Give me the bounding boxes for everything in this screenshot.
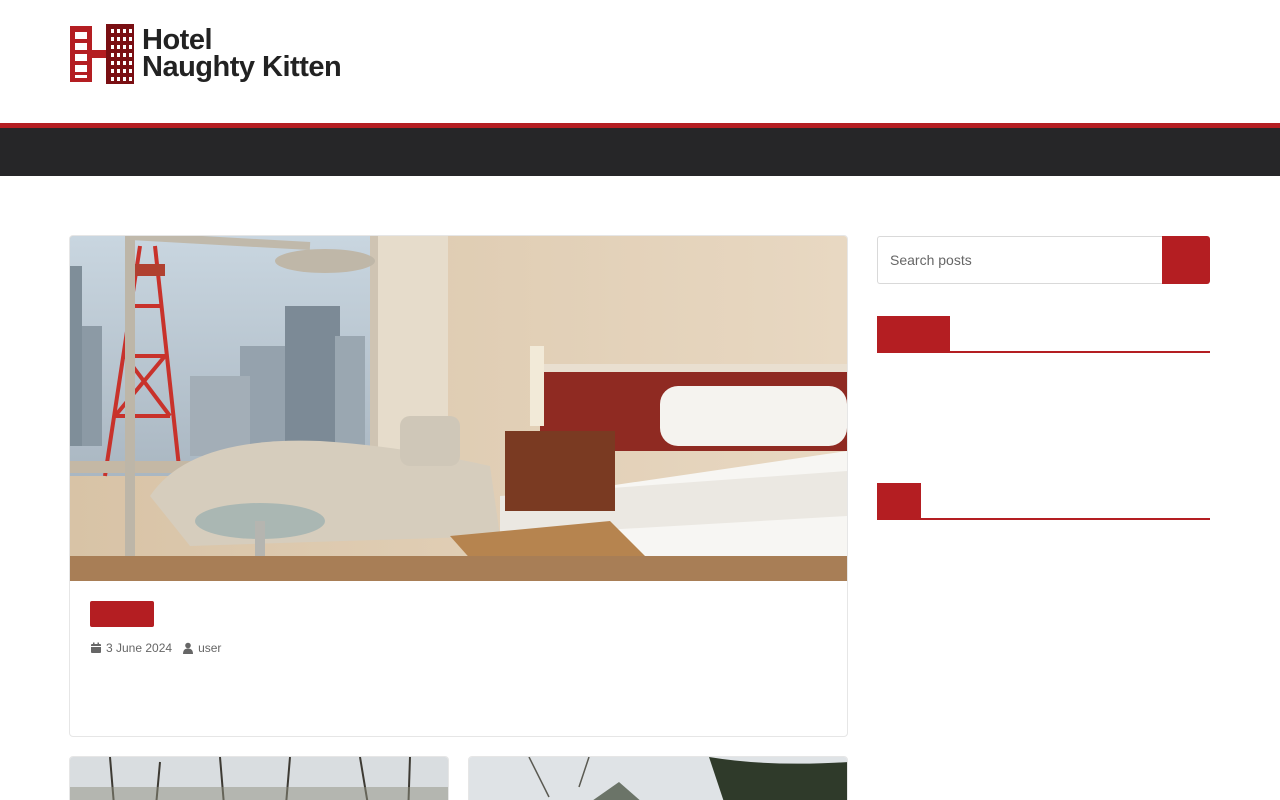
site-header: Hotel Naughty Kitten: [0, 0, 1280, 124]
search-form: [877, 236, 1210, 284]
post-card-right-image: [469, 757, 847, 800]
site-title-line1: Hotel: [142, 24, 213, 56]
calendar-icon: [90, 642, 102, 654]
site-logo[interactable]: Hotel Naughty Kitten: [70, 24, 342, 84]
search-button[interactable]: [1162, 236, 1210, 284]
post-card-left[interactable]: [69, 756, 449, 800]
hotel-building-icon: [70, 24, 136, 84]
post-meta: 3 June 2024 user: [90, 641, 221, 655]
sidebar-widget-title-2: [877, 483, 1210, 520]
widget-title-tab-2: [877, 483, 921, 518]
widget-title-tab-1: [877, 316, 950, 351]
site-title-line2: Naughty Kitten: [142, 51, 342, 83]
site-title[interactable]: Hotel Naughty Kitten: [142, 24, 342, 83]
post-author[interactable]: user: [198, 641, 221, 655]
post-card-right[interactable]: [468, 756, 848, 800]
user-icon: [182, 642, 194, 654]
featured-post-image[interactable]: [70, 236, 847, 581]
category-badge[interactable]: [90, 601, 154, 627]
post-date[interactable]: 3 June 2024: [106, 641, 172, 655]
search-input[interactable]: [877, 236, 1162, 284]
post-card-left-image: [70, 757, 448, 800]
main-navigation: [0, 128, 1280, 176]
sidebar-widget-title-1: [877, 316, 1210, 353]
featured-post-card: 3 June 2024 user: [69, 235, 848, 737]
